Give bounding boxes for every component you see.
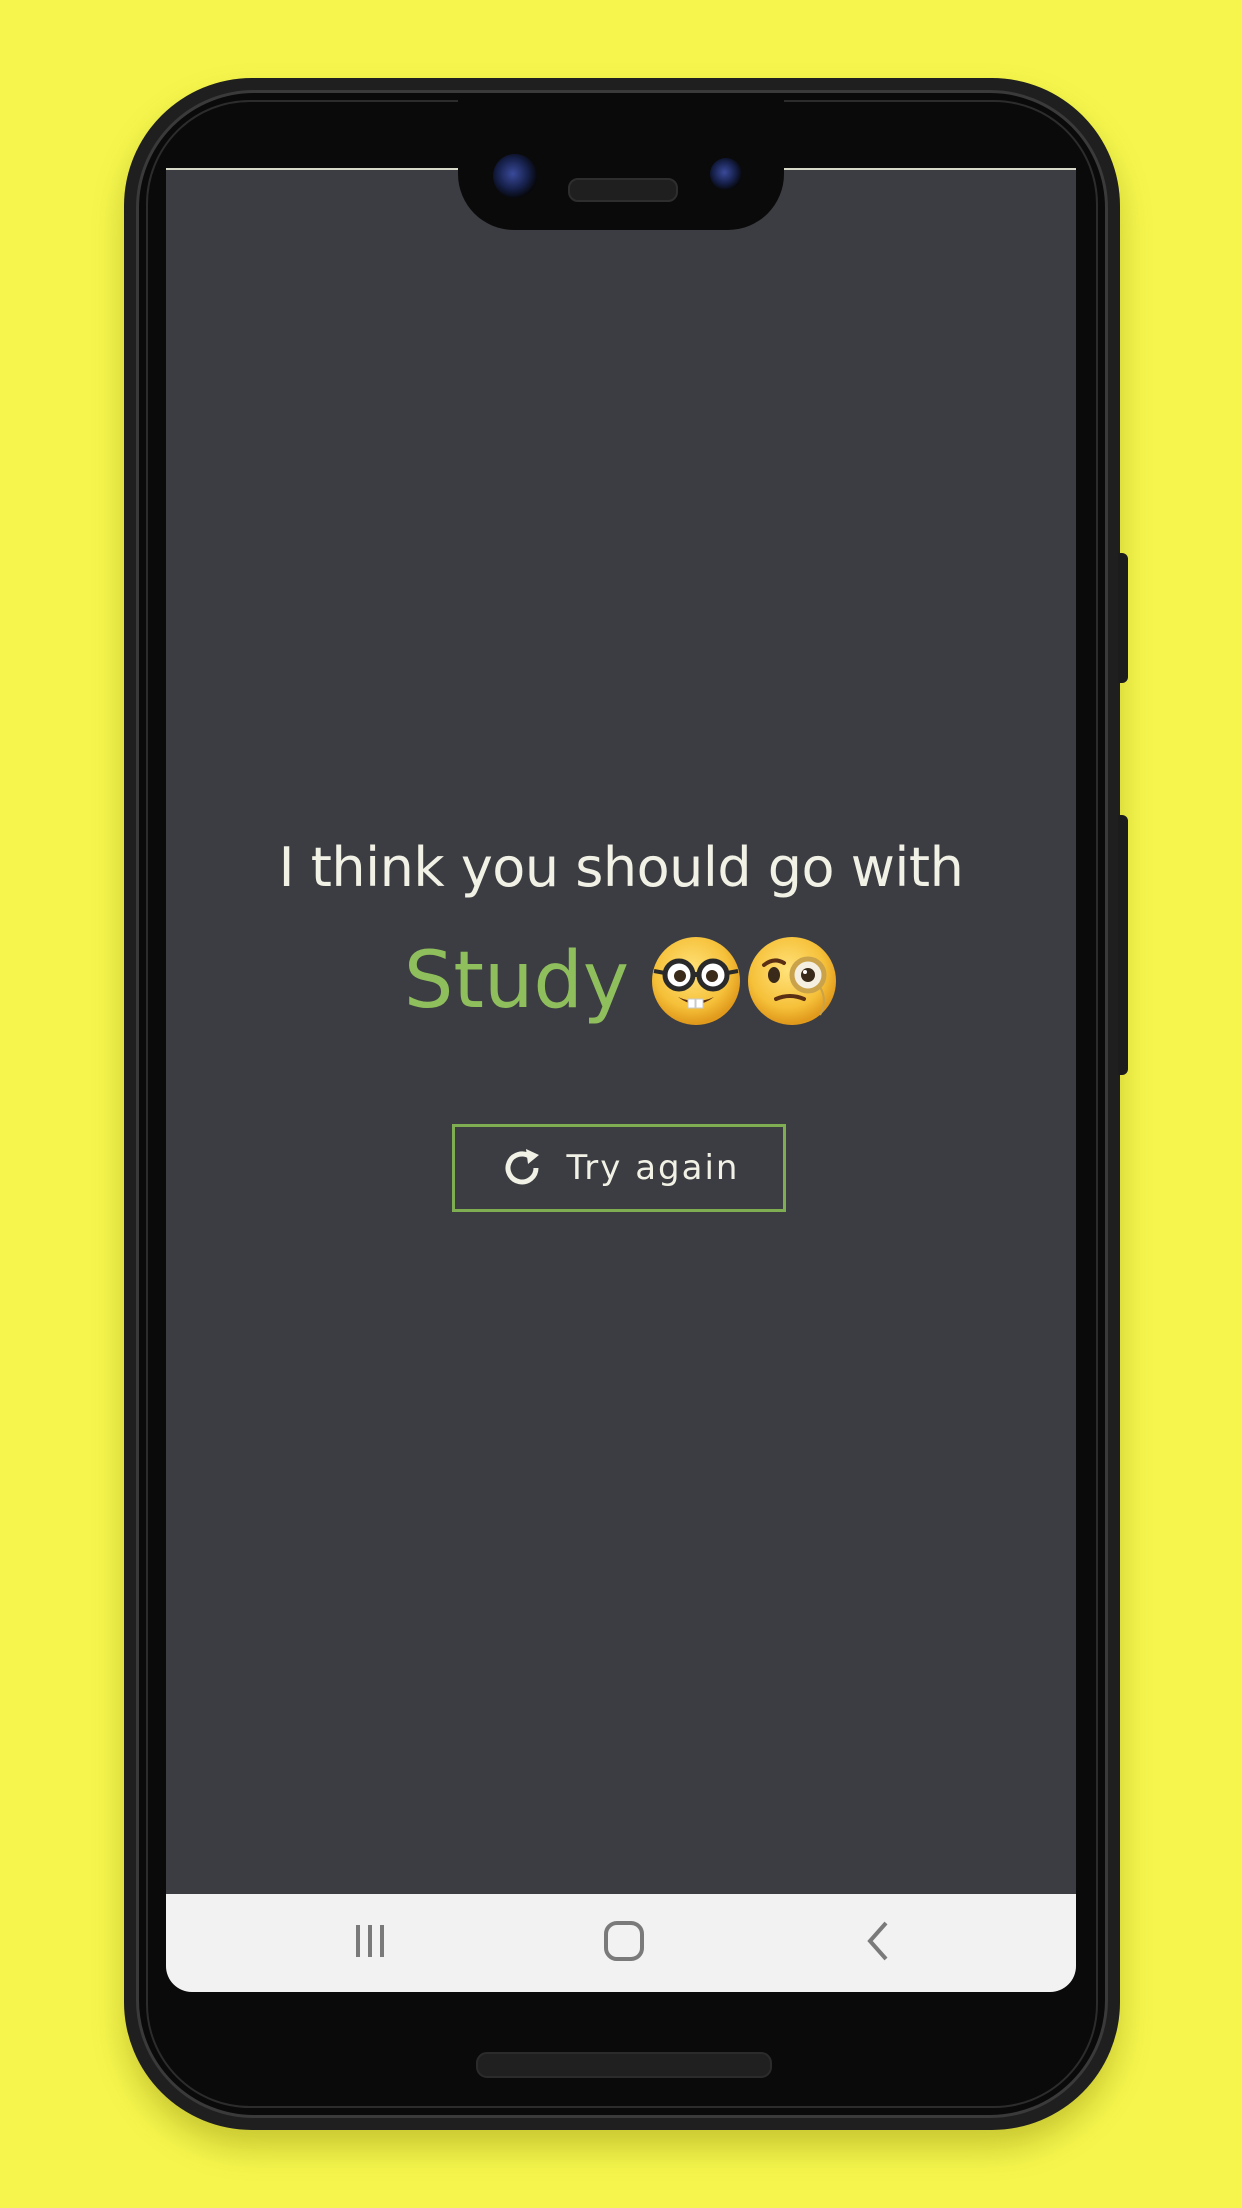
recent-apps-icon xyxy=(348,1919,392,1967)
front-camera-icon xyxy=(493,154,537,198)
try-again-button[interactable]: Try again xyxy=(452,1124,786,1212)
hardware-home-indicator xyxy=(476,2052,772,2078)
home-button[interactable] xyxy=(564,1894,684,1992)
nerd-face-icon xyxy=(650,935,742,1027)
headline-text: I think you should go with xyxy=(278,836,964,899)
earpiece-speaker xyxy=(568,178,678,202)
result-line: Study xyxy=(166,935,1076,1027)
page-background: I think you should go with Study Try aga… xyxy=(0,0,1242,2208)
back-button[interactable] xyxy=(818,1894,938,1992)
app-screen xyxy=(166,170,1076,1992)
try-again-label: Try again xyxy=(566,1148,740,1188)
refresh-icon xyxy=(499,1145,545,1191)
power-button xyxy=(1118,553,1128,683)
sensor-icon xyxy=(710,158,742,190)
volume-button xyxy=(1118,815,1128,1075)
back-chevron-icon xyxy=(856,1919,900,1967)
home-icon xyxy=(600,1917,648,1969)
result-word: Study xyxy=(403,936,630,1026)
navigation-bar xyxy=(166,1894,1076,1992)
recents-button[interactable] xyxy=(310,1894,430,1992)
face-with-monocle-icon xyxy=(746,935,838,1027)
